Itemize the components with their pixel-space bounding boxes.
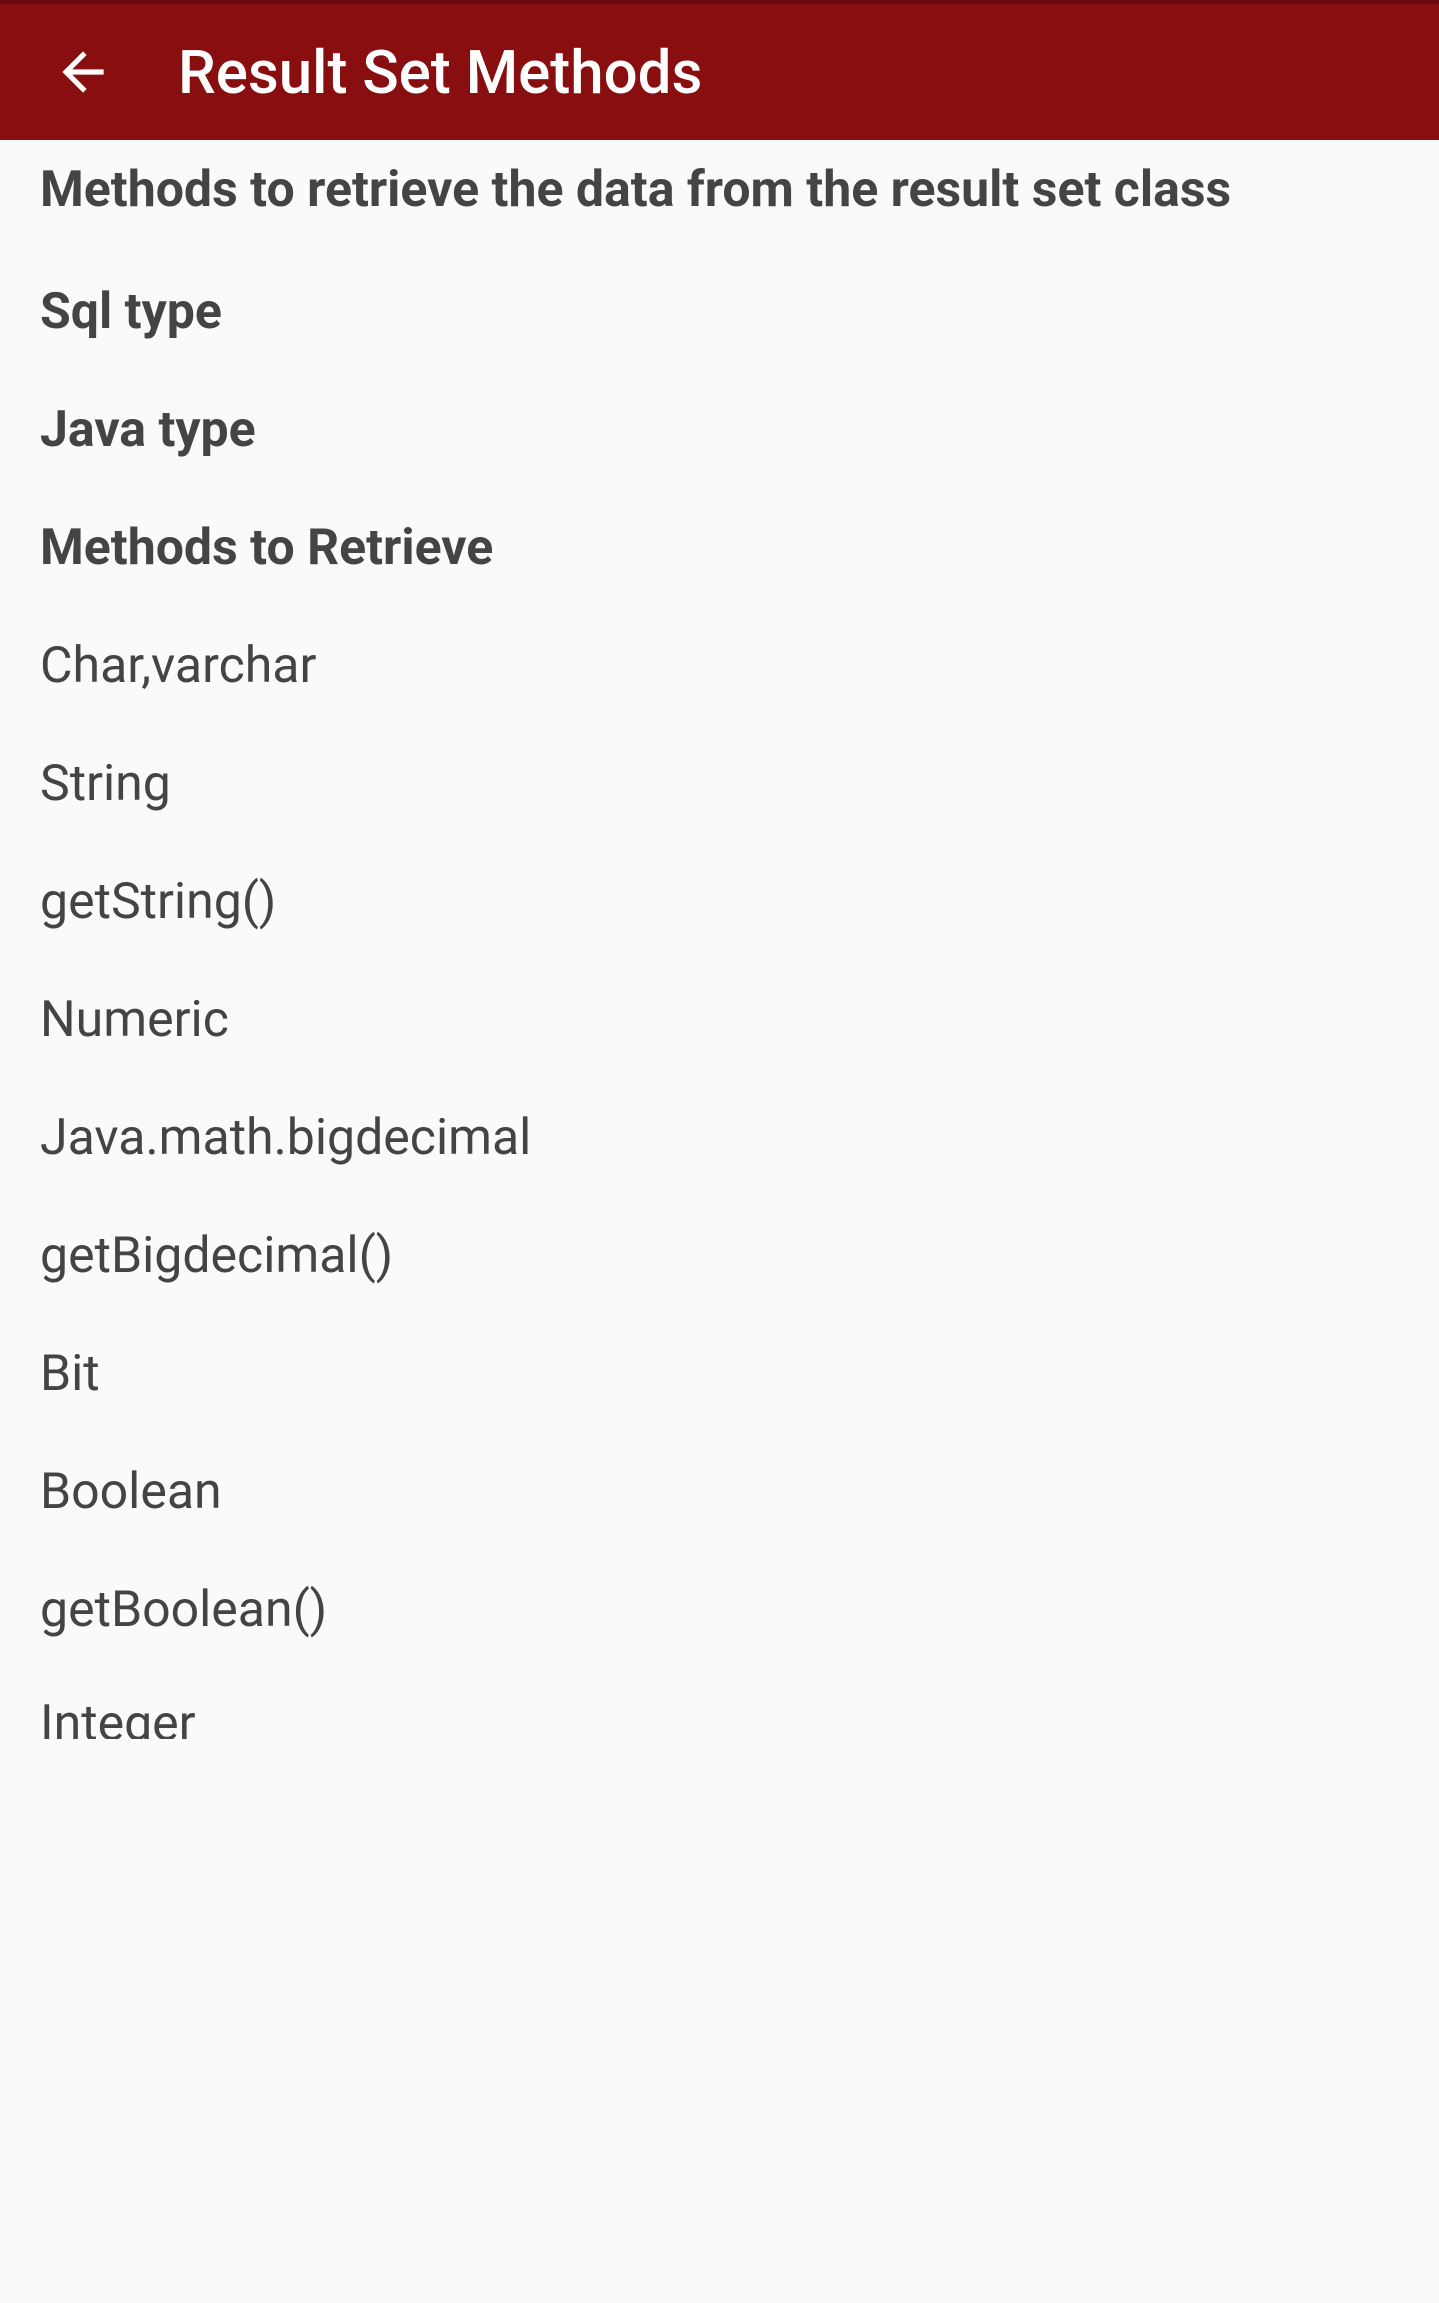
app-bar: Result Set Methods [0,0,1439,140]
list-item: Char,varchar [40,637,1399,695]
back-button[interactable] [38,27,128,117]
list-item: Java.math.bigdecimal [40,1109,1399,1167]
list-item: Bit [40,1345,1399,1403]
list-item: getBigdecimal() [40,1227,1399,1285]
list-item: getString() [40,873,1399,931]
list-item: Boolean [40,1463,1399,1521]
list-item: Numeric [40,991,1399,1049]
content-area: Methods to retrieve the data from the re… [0,140,1439,1779]
list-item: String [40,755,1399,813]
arrow-back-icon [52,41,114,103]
column-header-java-type: Java type [40,401,1399,459]
column-header-sql-type: Sql type [40,283,1399,341]
list-item-partial: Integer [40,1699,1399,1739]
list-item: getBoolean() [40,1581,1399,1639]
column-header-methods: Methods to Retrieve [40,519,1399,577]
intro-heading: Methods to retrieve the data from the re… [40,158,1399,223]
page-title: Result Set Methods [178,37,702,108]
